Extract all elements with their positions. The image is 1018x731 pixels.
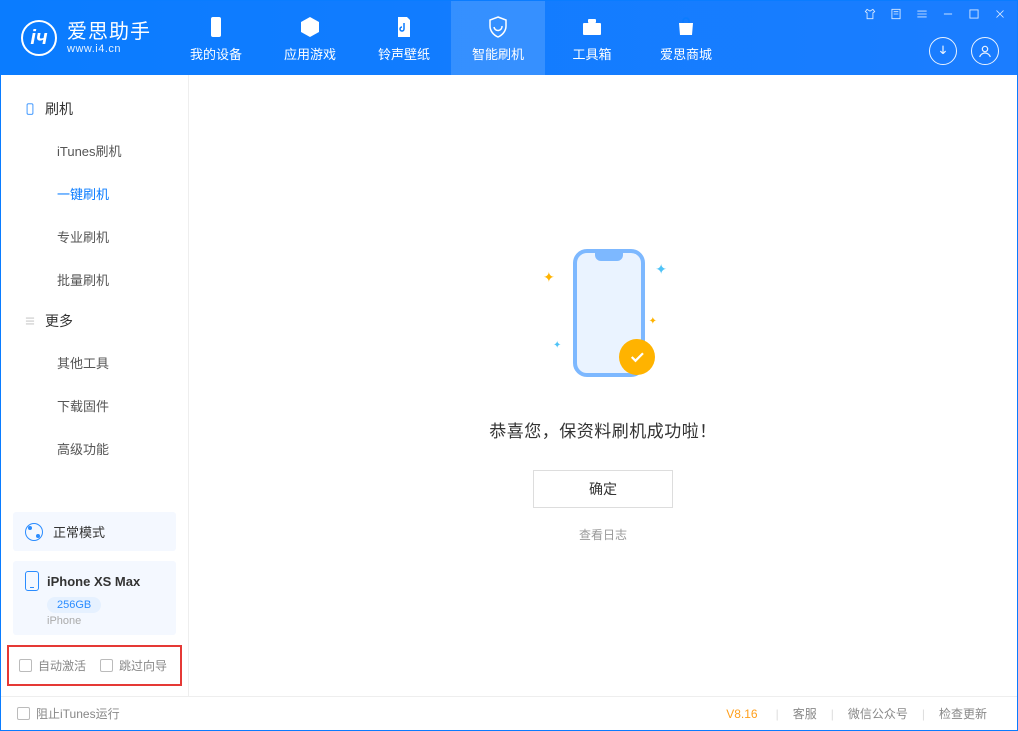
checkbox-auto-activate[interactable]: 自动激活 xyxy=(19,657,86,674)
checkbox-skip-guide[interactable]: 跳过向导 xyxy=(100,657,167,674)
refresh-shield-icon xyxy=(485,14,511,40)
sparkle-icon: ✦ xyxy=(553,340,561,351)
tab-apps-games[interactable]: 应用游戏 xyxy=(263,1,357,75)
group-title: 刷机 xyxy=(45,99,73,119)
sidebar-item-other-tools[interactable]: 其他工具 xyxy=(1,341,188,384)
success-illustration: ✦ ✦ ✦ ✦ xyxy=(503,229,703,399)
bag-icon xyxy=(673,14,699,40)
logo: iч 爱思助手 www.i4.cn xyxy=(1,1,169,75)
footer: 阻止iTunes运行 V8.16 | 客服 | 微信公众号 | 检查更新 xyxy=(1,696,1017,730)
shirt-icon[interactable] xyxy=(861,5,879,23)
footer-link-support[interactable]: 客服 xyxy=(779,705,831,722)
device-small-icon xyxy=(23,102,37,116)
checkbox-label: 自动激活 xyxy=(38,657,86,674)
device-row[interactable]: iPhone XS Max 256GB iPhone xyxy=(13,561,176,635)
tab-ringtone-wallpaper[interactable]: 铃声壁纸 xyxy=(357,1,451,75)
app-title: 爱思助手 xyxy=(67,21,151,43)
sidebar-item-itunes-flash[interactable]: iTunes刷机 xyxy=(1,129,188,172)
view-log-link[interactable]: 查看日志 xyxy=(579,526,627,543)
checkbox-box-icon xyxy=(17,707,30,720)
sidebar-group-flash: 刷机 xyxy=(1,89,188,129)
minimize-icon[interactable] xyxy=(939,5,957,23)
logo-text: 爱思助手 www.i4.cn xyxy=(67,21,151,55)
checkbox-box-icon xyxy=(19,659,32,672)
phone-icon xyxy=(203,14,229,40)
sparkle-icon: ✦ xyxy=(655,261,667,278)
success-card: ✦ ✦ ✦ ✦ 恭喜您，保资料刷机成功啦！ 确定 查看日志 xyxy=(489,229,717,543)
footer-link-wechat[interactable]: 微信公众号 xyxy=(834,705,922,722)
app-subtitle: www.i4.cn xyxy=(67,43,151,55)
note-icon[interactable] xyxy=(887,5,905,23)
mode-label: 正常模式 xyxy=(53,522,105,541)
app-window: { "app": { "title": "爱思助手", "subtitle": … xyxy=(0,0,1018,731)
device-panel: 正常模式 iPhone XS Max 256GB iPhone xyxy=(1,504,188,645)
device-head: iPhone XS Max xyxy=(25,571,164,591)
user-icon[interactable] xyxy=(971,37,999,65)
check-badge-icon xyxy=(619,339,655,375)
checkbox-block-itunes[interactable]: 阻止iTunes运行 xyxy=(17,705,120,722)
tab-store[interactable]: 爱思商城 xyxy=(639,1,733,75)
tab-label: 爱思商城 xyxy=(660,44,712,63)
body: 刷机 iTunes刷机 一键刷机 专业刷机 批量刷机 更多 其他工具 下载固件 … xyxy=(1,75,1017,696)
main-content: ✦ ✦ ✦ ✦ 恭喜您，保资料刷机成功啦！ 确定 查看日志 xyxy=(189,75,1017,696)
header: iч 爱思助手 www.i4.cn 我的设备 应用游戏 铃声壁纸 智能刷机 xyxy=(1,1,1017,75)
tab-label: 应用游戏 xyxy=(284,44,336,63)
sparkle-icon: ✦ xyxy=(649,316,657,327)
sidebar-item-batch-flash[interactable]: 批量刷机 xyxy=(1,258,188,301)
tab-label: 我的设备 xyxy=(190,44,242,63)
window-controls xyxy=(861,5,1009,23)
ok-button[interactable]: 确定 xyxy=(533,470,673,508)
device-name: iPhone XS Max xyxy=(47,574,140,589)
mode-icon xyxy=(25,523,43,541)
tab-label: 智能刷机 xyxy=(472,44,524,63)
sidebar-group-more: 更多 xyxy=(1,301,188,341)
sidebar-item-pro-flash[interactable]: 专业刷机 xyxy=(1,215,188,258)
device-phone-icon xyxy=(25,571,39,591)
success-message: 恭喜您，保资料刷机成功啦！ xyxy=(489,417,717,442)
logo-icon: iч xyxy=(21,20,57,56)
footer-right: V8.16 | 客服 | 微信公众号 | 检查更新 xyxy=(726,705,1001,722)
capacity-badge: 256GB xyxy=(47,597,101,613)
tab-my-device[interactable]: 我的设备 xyxy=(169,1,263,75)
tab-toolbox[interactable]: 工具箱 xyxy=(545,1,639,75)
cube-icon xyxy=(297,14,323,40)
tab-label: 铃声壁纸 xyxy=(378,44,430,63)
checkbox-label: 阻止iTunes运行 xyxy=(36,705,120,722)
sidebar-scroll: 刷机 iTunes刷机 一键刷机 专业刷机 批量刷机 更多 其他工具 下载固件 … xyxy=(1,75,188,504)
close-icon[interactable] xyxy=(991,5,1009,23)
sidebar-item-download-firmware[interactable]: 下载固件 xyxy=(1,384,188,427)
music-file-icon xyxy=(391,14,417,40)
download-icon[interactable] xyxy=(929,37,957,65)
toolbox-icon xyxy=(579,14,605,40)
header-right-actions xyxy=(929,37,999,65)
sparkle-icon: ✦ xyxy=(543,269,555,286)
list-icon xyxy=(23,314,37,328)
menu-icon[interactable] xyxy=(913,5,931,23)
checkbox-label: 跳过向导 xyxy=(119,657,167,674)
version-label: V8.16 xyxy=(726,707,757,721)
footer-link-update[interactable]: 检查更新 xyxy=(925,705,1001,722)
sidebar-item-one-click-flash[interactable]: 一键刷机 xyxy=(1,172,188,215)
tab-smart-flash[interactable]: 智能刷机 xyxy=(451,1,545,75)
highlighted-options: 自动激活 跳过向导 xyxy=(7,645,182,686)
device-type: iPhone xyxy=(47,615,164,627)
group-title: 更多 xyxy=(45,311,73,331)
checkbox-box-icon xyxy=(100,659,113,672)
sidebar: 刷机 iTunes刷机 一键刷机 专业刷机 批量刷机 更多 其他工具 下载固件 … xyxy=(1,75,189,696)
sidebar-item-advanced[interactable]: 高级功能 xyxy=(1,427,188,470)
mode-row[interactable]: 正常模式 xyxy=(13,512,176,551)
maximize-icon[interactable] xyxy=(965,5,983,23)
tab-label: 工具箱 xyxy=(572,44,611,63)
